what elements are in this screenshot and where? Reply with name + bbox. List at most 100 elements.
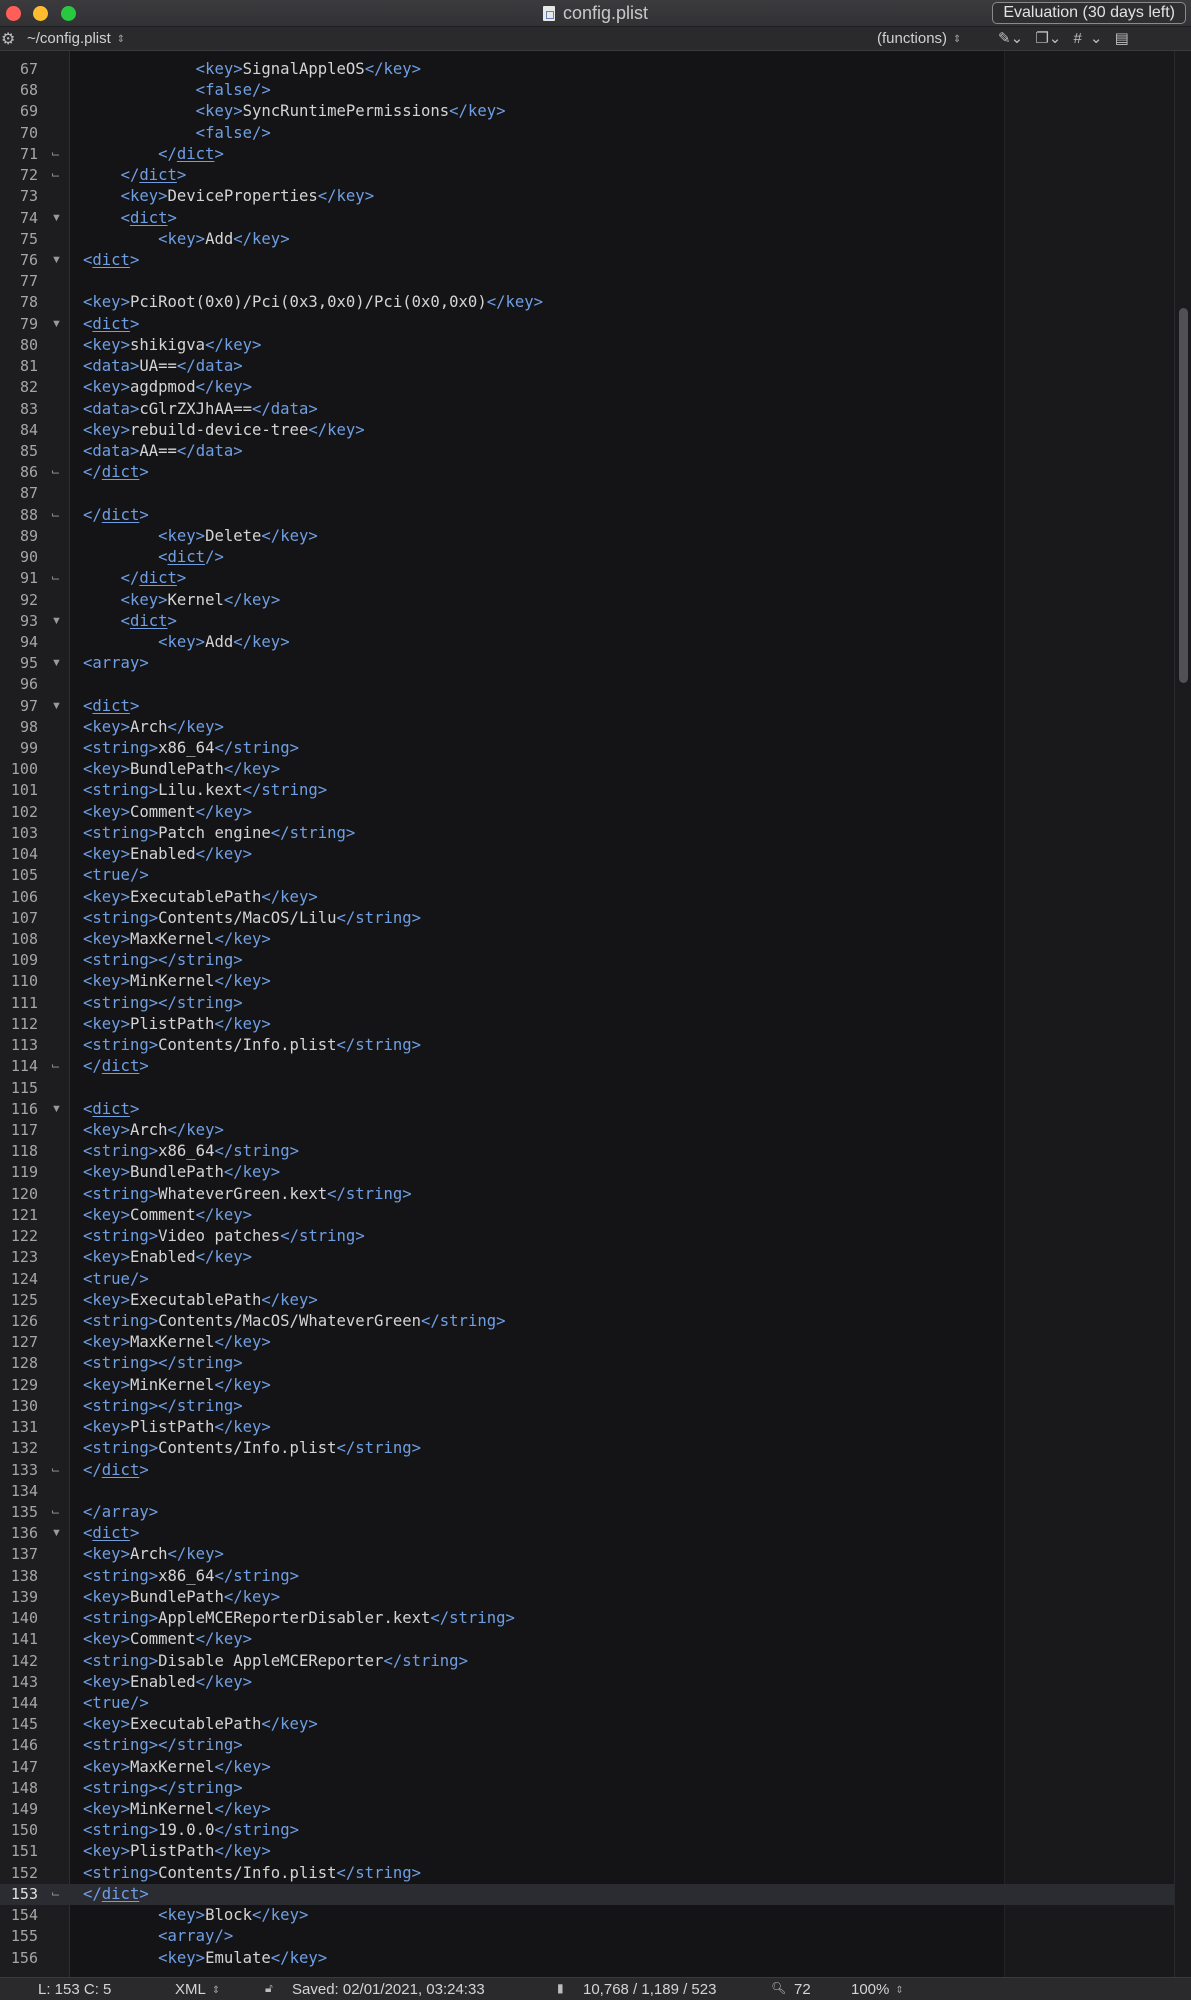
code-line[interactable]: 104 <key>Enabled</key>: [0, 844, 1191, 865]
code-text[interactable]: <string></string>: [83, 993, 243, 1014]
code-line[interactable]: 111 <string></string>: [0, 993, 1191, 1014]
fold-end-icon[interactable]: ⌙: [51, 568, 63, 589]
code-line[interactable]: 124 <true/>: [0, 1269, 1191, 1290]
code-text[interactable]: <string>Patch engine</string>: [83, 823, 355, 844]
fold-triangle-icon[interactable]: ▼: [51, 611, 63, 632]
code-line[interactable]: 74 ▼ <dict>: [0, 208, 1191, 229]
code-text[interactable]: <data>cGlrZXJhAA==</data>: [83, 399, 318, 420]
fold-end-icon[interactable]: ⌙: [51, 1056, 63, 1077]
minimize-window-button[interactable]: [33, 6, 48, 21]
code-line[interactable]: 140 <string>AppleMCEReporterDisabler.kext…: [0, 1608, 1191, 1629]
code-line[interactable]: 78 <key>PciRoot(0x0)/Pci(0x3,0x0)/Pci(0x0…: [0, 292, 1191, 313]
code-text[interactable]: <string>Contents/Info.plist</string>: [83, 1035, 421, 1056]
code-text[interactable]: <key>ExecutablePath</key>: [83, 1714, 318, 1735]
code-text[interactable]: <key>Comment</key>: [83, 1629, 252, 1650]
code-line[interactable]: 95 ▼ <array>: [0, 653, 1191, 674]
code-line[interactable]: 80 <key>shikigva</key>: [0, 335, 1191, 356]
code-text[interactable]: <string>Video patches</string>: [83, 1226, 365, 1247]
gear-icon[interactable]: ⚙: [1, 29, 15, 49]
fold-end-icon[interactable]: ⌙: [51, 1502, 63, 1523]
code-line[interactable]: 67 <key>SignalAppleOS</key>: [0, 59, 1191, 80]
code-text[interactable]: <key>BundlePath</key>: [83, 1587, 280, 1608]
code-line[interactable]: 156 <key>Emulate</key>: [0, 1948, 1191, 1969]
code-text[interactable]: <string>19.0.0</string>: [83, 1820, 299, 1841]
code-line[interactable]: 143 <key>Enabled</key>: [0, 1672, 1191, 1693]
code-text[interactable]: <key>ExecutablePath</key>: [83, 1290, 318, 1311]
code-line[interactable]: 122 <string>Video patches</string>: [0, 1226, 1191, 1247]
document-stats[interactable]: 10,768 / 1,189 / 523: [583, 1981, 716, 1998]
code-text[interactable]: <key>rebuild-device-tree</key>: [83, 420, 365, 441]
code-text[interactable]: <key>MaxKernel</key>: [83, 929, 271, 950]
code-line[interactable]: 68 <false/>: [0, 80, 1191, 101]
code-text[interactable]: <array/>: [83, 1926, 233, 1947]
code-text[interactable]: </dict>: [83, 1056, 149, 1077]
code-text[interactable]: </array>: [83, 1502, 158, 1523]
code-line[interactable]: 100 <key>BundlePath</key>: [0, 759, 1191, 780]
code-text[interactable]: <false/>: [83, 80, 271, 101]
code-line[interactable]: 90 <dict/>: [0, 547, 1191, 568]
code-line[interactable]: 87: [0, 483, 1191, 504]
code-text[interactable]: <string></string>: [83, 1353, 243, 1374]
code-text[interactable]: <true/>: [83, 1693, 149, 1714]
code-text[interactable]: <key>BundlePath</key>: [83, 1162, 280, 1183]
code-line[interactable]: 129 <key>MinKernel</key>: [0, 1375, 1191, 1396]
fold-end-icon[interactable]: ⌙: [51, 1884, 63, 1905]
zoom-menu[interactable]: 100% ⇕: [851, 1981, 904, 1998]
code-text[interactable]: <key>Emulate</key>: [83, 1948, 327, 1969]
code-line[interactable]: 73 <key>DeviceProperties</key>: [0, 186, 1191, 207]
code-line[interactable]: 155 <array/>: [0, 1926, 1191, 1947]
code-text[interactable]: <dict>: [83, 208, 177, 229]
code-line[interactable]: 148 <string></string>: [0, 1778, 1191, 1799]
code-text[interactable]: <key>BundlePath</key>: [83, 759, 280, 780]
file-path-menu[interactable]: ~/config.plist ⇕: [27, 30, 125, 47]
code-line[interactable]: 145 <key>ExecutablePath</key>: [0, 1714, 1191, 1735]
code-text[interactable]: </dict>: [83, 144, 224, 165]
code-line[interactable]: 128 <string></string>: [0, 1353, 1191, 1374]
syntax-menu[interactable]: XML ⇕: [175, 1981, 220, 1998]
code-line[interactable]: 77: [0, 271, 1191, 292]
code-text[interactable]: <true/>: [83, 865, 149, 886]
code-line[interactable]: 116 ▼ <dict>: [0, 1099, 1191, 1120]
code-line[interactable]: 89 <key>Delete</key>: [0, 526, 1191, 547]
fold-end-icon[interactable]: ⌙: [51, 505, 63, 526]
code-line[interactable]: 135 ⌙ </array>: [0, 1502, 1191, 1523]
fold-triangle-icon[interactable]: ▼: [51, 1099, 63, 1120]
code-text[interactable]: <string>Contents/MacOS/Lilu</string>: [83, 908, 421, 929]
fold-end-icon[interactable]: ⌙: [51, 1460, 63, 1481]
code-line[interactable]: 98 <key>Arch</key>: [0, 717, 1191, 738]
search-count[interactable]: 72: [794, 1981, 811, 1998]
marker-menu[interactable]: # ⌄: [1074, 30, 1103, 47]
code-line[interactable]: 137 <key>Arch</key>: [0, 1544, 1191, 1565]
code-line[interactable]: 94 <key>Add</key>: [0, 632, 1191, 653]
code-line[interactable]: 153 ⌙ </dict>: [0, 1883, 1191, 1905]
code-line[interactable]: 70 <false/>: [0, 123, 1191, 144]
code-text[interactable]: <key>Delete</key>: [83, 526, 318, 547]
code-line[interactable]: 119 <key>BundlePath</key>: [0, 1162, 1191, 1183]
code-line[interactable]: 144 <true/>: [0, 1693, 1191, 1714]
code-line[interactable]: 97 ▼ <dict>: [0, 696, 1191, 717]
code-line[interactable]: 99 <string>x86_64</string>: [0, 738, 1191, 759]
code-line[interactable]: 96: [0, 674, 1191, 695]
fold-end-icon[interactable]: ⌙: [51, 144, 63, 165]
code-line[interactable]: 126 <string>Contents/MacOS/WhateverGreen<…: [0, 1311, 1191, 1332]
function-menu[interactable]: (functions) ⇕: [877, 30, 961, 47]
fold-triangle-icon[interactable]: ▼: [51, 696, 63, 717]
code-text[interactable]: </dict>: [83, 1460, 149, 1481]
document-info-icon[interactable]: ▤: [1115, 30, 1129, 47]
fold-triangle-icon[interactable]: ▼: [51, 250, 63, 271]
code-text[interactable]: <string></string>: [83, 950, 243, 971]
code-line[interactable]: 83 <data>cGlrZXJhAA==</data>: [0, 399, 1191, 420]
code-text[interactable]: </dict>: [83, 165, 187, 186]
code-text[interactable]: <string>Disable AppleMCEReporter</string…: [83, 1651, 468, 1672]
fold-triangle-icon[interactable]: ▼: [51, 653, 63, 674]
code-text[interactable]: <string>WhateverGreen.kext</string>: [83, 1184, 412, 1205]
code-text[interactable]: </dict>: [83, 568, 187, 589]
code-line[interactable]: 132 <string>Contents/Info.plist</string>: [0, 1438, 1191, 1459]
code-text[interactable]: <key>agdpmod</key>: [83, 377, 252, 398]
code-line[interactable]: 120 <string>WhateverGreen.kext</string>: [0, 1184, 1191, 1205]
code-line[interactable]: 71 ⌙ </dict>: [0, 144, 1191, 165]
code-line[interactable]: 130 <string></string>: [0, 1396, 1191, 1417]
code-line[interactable]: 106 <key>ExecutablePath</key>: [0, 887, 1191, 908]
code-text[interactable]: <string></string>: [83, 1396, 243, 1417]
code-line[interactable]: 138 <string>x86_64</string>: [0, 1566, 1191, 1587]
